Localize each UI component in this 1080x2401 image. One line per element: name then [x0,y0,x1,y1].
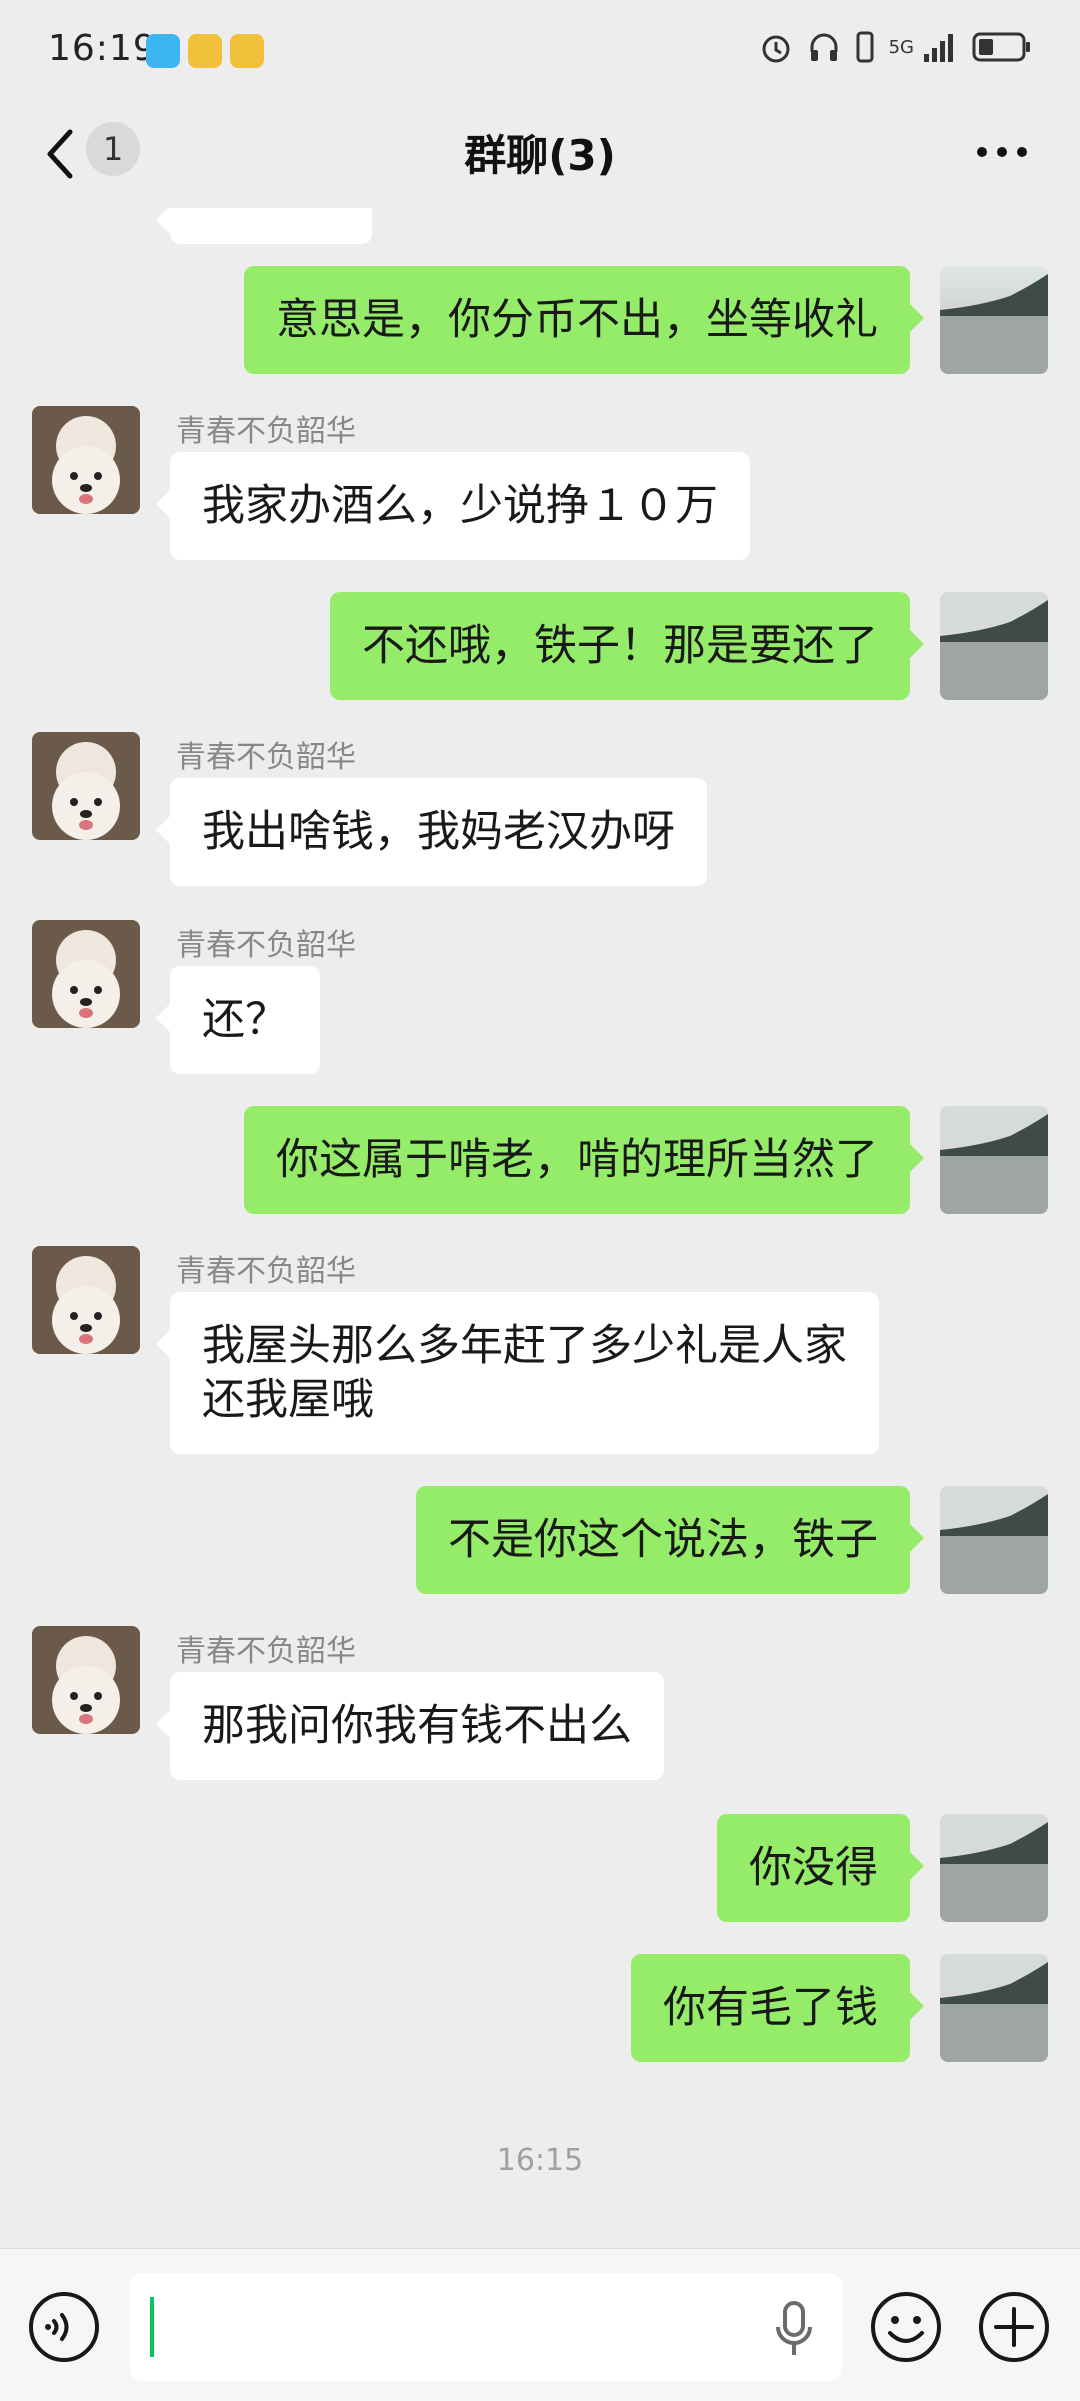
sender-avatar[interactable] [32,1246,140,1354]
voice-icon[interactable] [28,2291,100,2363]
sender-avatar[interactable] [32,920,140,1028]
battery-icon [972,32,1030,62]
message-bubble-outgoing[interactable]: 不是你这个说法，铁子 [416,1486,924,1594]
message-text: 你没得 [749,1843,878,1893]
headphones-icon [810,33,838,61]
samoyed-dog-image [32,920,140,1028]
message-bubble-incoming[interactable] [156,208,372,244]
signal-icon [924,34,953,62]
plus-icon[interactable] [978,2291,1050,2363]
message-bubble-incoming[interactable]: 那我问你我有钱不出么 [156,1672,664,1780]
message-text: 意思是，你分币不出，坐等收礼 [276,295,878,345]
message-bubble-incoming[interactable]: 我家办酒么，少说挣１０万 [156,452,750,560]
message-input[interactable] [130,2273,842,2381]
lake-landscape-image [940,1486,1048,1594]
message-bubble-outgoing[interactable]: 你这属于啃老，啃的理所当然了 [244,1106,924,1214]
my-avatar[interactable] [940,1486,1048,1594]
folder-app-icon [230,34,264,68]
text-cursor [150,2297,154,2357]
message-bubble-outgoing[interactable]: 你有毛了钱 [631,1954,924,2062]
samoyed-dog-image [32,1626,140,1734]
my-avatar[interactable] [940,1814,1048,1922]
lake-landscape-image [940,1954,1048,2062]
samoyed-dog-image [32,732,140,840]
chat-title: 群聊(3) [464,131,616,180]
message-text: 不还哦，铁子！那是要还了 [362,621,878,671]
emoji-icon[interactable] [870,2291,942,2363]
input-bar [0,2248,1080,2401]
message-list[interactable]: 意思是，你分币不出，坐等收礼 青春不负韶华 我家办酒么，少说挣１０万 不还哦，铁… [0,208,1080,2248]
sender-name: 青春不负韶华 [176,414,356,449]
samoyed-dog-image [32,406,140,514]
lake-landscape-image [940,266,1048,374]
sender-name: 青春不负韶华 [176,1634,356,1669]
nav-bar: 1 群聊(3) [0,100,1080,208]
alarm-icon [762,35,790,63]
mic-icon[interactable] [772,2299,816,2359]
message-text-line: 还我屋哦 [202,1375,374,1425]
my-avatar[interactable] [940,1954,1048,2062]
message-timestamp: 16:15 [496,2143,584,2178]
sender-name: 青春不负韶华 [176,740,356,775]
message-bubble-incoming[interactable]: 我出啥钱，我妈老汉办呀 [156,778,707,886]
lake-landscape-image [940,1814,1048,1922]
sender-avatar[interactable] [32,1626,140,1734]
message-text: 你这属于啃老，啃的理所当然了 [276,1135,878,1185]
message-text: 我出啥钱，我妈老汉办呀 [202,807,675,857]
status-bar: 16:19 5G [0,0,1080,100]
lake-landscape-image [940,592,1048,700]
sender-avatar[interactable] [32,732,140,840]
message-bubble-outgoing[interactable]: 意思是，你分币不出，坐等收礼 [244,266,924,374]
more-icon[interactable] [972,140,1032,164]
sender-avatar[interactable] [32,406,140,514]
my-avatar[interactable] [940,266,1048,374]
samoyed-dog-image [32,1246,140,1354]
message-text: 不是你这个说法，铁子 [448,1515,878,1565]
folder-app-icon [188,34,222,68]
sender-name: 青春不负韶华 [176,928,356,963]
status-right-icons: 5G [759,30,1032,64]
status-time: 16:19 [48,28,157,69]
my-avatar[interactable] [940,592,1048,700]
notification-icons [146,34,264,68]
message-bubble-outgoing[interactable]: 不还哦，铁子！那是要还了 [330,592,924,700]
network-type: 5G [888,36,914,58]
lake-landscape-image [940,1106,1048,1214]
book-app-icon [146,34,180,68]
message-text: 你有毛了钱 [663,1983,878,2033]
message-text: 我家办酒么，少说挣１０万 [202,481,718,531]
sender-name: 青春不负韶华 [176,1254,356,1289]
message-bubble-incoming[interactable]: 我屋头那么多年赶了多少礼是人家 还我屋哦 [156,1292,879,1454]
message-bubble-outgoing[interactable]: 你没得 [717,1814,924,1922]
message-bubble-incoming[interactable]: 还？ [156,966,320,1074]
vibrate-icon [856,31,874,63]
my-avatar[interactable] [940,1106,1048,1214]
message-text-line: 我屋头那么多年赶了多少礼是人家 [202,1321,847,1371]
message-text: 那我问你我有钱不出么 [202,1701,632,1751]
message-text: 还？ [202,995,288,1045]
